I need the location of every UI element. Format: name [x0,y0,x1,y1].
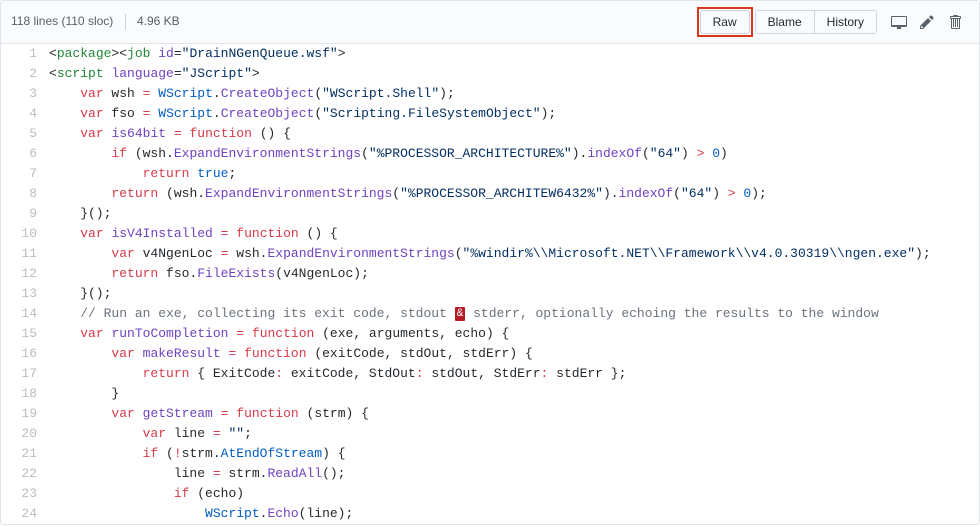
line-number[interactable]: 14 [1,304,49,324]
code-row: 16 var makeResult = function (exitCode, … [1,344,979,364]
code-row: 15 var runToCompletion = function (exe, … [1,324,979,344]
code-line[interactable]: }(); [49,284,979,304]
code-row: 2<script language="JScript"> [1,64,979,84]
code-line[interactable]: var getStream = function (strm) { [49,404,979,424]
code-row: 17 return { ExitCode: exitCode, StdOut: … [1,364,979,384]
code-line[interactable]: var runToCompletion = function (exe, arg… [49,324,979,344]
code-row: 1<package><job id="DrainNGenQueue.wsf"> [1,44,979,64]
code-line[interactable]: var isV4Installed = function () { [49,224,979,244]
code-row: 10 var isV4Installed = function () { [1,224,979,244]
code-row: 24 WScript.Echo(line); [1,504,979,524]
code-line[interactable]: WScript.Echo(line); [49,504,979,524]
line-number[interactable]: 9 [1,204,49,224]
code-line[interactable]: if (echo) [49,484,979,504]
code-row: 7 return true; [1,164,979,184]
file-info: 118 lines (110 sloc) 4.96 KB [11,14,180,30]
line-number[interactable]: 3 [1,84,49,104]
line-number[interactable]: 2 [1,64,49,84]
code-row: 9 }(); [1,204,979,224]
code-row: 3 var wsh = WScript.CreateObject("WScrip… [1,84,979,104]
code-row: 4 var fso = WScript.CreateObject("Script… [1,104,979,124]
raw-highlight: Raw [697,7,753,37]
code-row: 19 var getStream = function (strm) { [1,404,979,424]
line-number[interactable]: 4 [1,104,49,124]
line-number[interactable]: 11 [1,244,49,264]
line-number[interactable]: 23 [1,484,49,504]
separator [125,14,126,30]
raw-button[interactable]: Raw [701,11,749,33]
line-number[interactable]: 10 [1,224,49,244]
line-number[interactable]: 19 [1,404,49,424]
raw-button-group: Raw [700,10,750,34]
code-line[interactable]: var wsh = WScript.CreateObject("WScript.… [49,84,979,104]
line-number[interactable]: 13 [1,284,49,304]
file-container: 118 lines (110 sloc) 4.96 KB Raw Blame H… [0,0,980,525]
code-row: 21 if (!strm.AtEndOfStream) { [1,444,979,464]
line-number[interactable]: 20 [1,424,49,444]
code-line[interactable]: <script language="JScript"> [49,64,979,84]
code-row: 8 return (wsh.ExpandEnvironmentStrings("… [1,184,979,204]
lines-count: 118 lines (110 sloc) [11,14,113,28]
line-number[interactable]: 7 [1,164,49,184]
code-line[interactable]: }(); [49,204,979,224]
line-number[interactable]: 5 [1,124,49,144]
trash-icon[interactable] [941,10,969,34]
line-number[interactable]: 17 [1,364,49,384]
blame-history-group: Blame History [755,10,877,34]
code-line[interactable]: // Run an exe, collecting its exit code,… [49,304,979,324]
code-row: 14 // Run an exe, collecting its exit co… [1,304,979,324]
code-line[interactable]: if (wsh.ExpandEnvironmentStrings("%PROCE… [49,144,979,164]
code-area: 1<package><job id="DrainNGenQueue.wsf">2… [1,44,979,524]
line-number[interactable]: 6 [1,144,49,164]
code-row: 12 return fso.FileExists(v4NgenLoc); [1,264,979,284]
code-row: 5 var is64bit = function () { [1,124,979,144]
blame-button[interactable]: Blame [756,11,815,33]
code-line[interactable]: return (wsh.ExpandEnvironmentStrings("%P… [49,184,979,204]
code-line[interactable]: if (!strm.AtEndOfStream) { [49,444,979,464]
history-button[interactable]: History [815,11,876,33]
code-line[interactable]: var line = ""; [49,424,979,444]
code-line[interactable]: return fso.FileExists(v4NgenLoc); [49,264,979,284]
file-header: 118 lines (110 sloc) 4.96 KB Raw Blame H… [1,1,979,44]
code-line[interactable]: var makeResult = function (exitCode, std… [49,344,979,364]
file-size: 4.96 KB [137,14,180,28]
pencil-icon[interactable] [913,10,941,34]
code-line[interactable]: var fso = WScript.CreateObject("Scriptin… [49,104,979,124]
line-number[interactable]: 8 [1,184,49,204]
code-line[interactable]: } [49,384,979,404]
line-number[interactable]: 21 [1,444,49,464]
code-line[interactable]: line = strm.ReadAll(); [49,464,979,484]
desktop-icon[interactable] [885,10,913,34]
code-line[interactable]: var v4NgenLoc = wsh.ExpandEnvironmentStr… [49,244,979,264]
line-number[interactable]: 24 [1,504,49,524]
code-line[interactable]: return { ExitCode: exitCode, StdOut: std… [49,364,979,384]
code-row: 20 var line = ""; [1,424,979,444]
code-row: 6 if (wsh.ExpandEnvironmentStrings("%PRO… [1,144,979,164]
code-line[interactable]: return true; [49,164,979,184]
line-number[interactable]: 15 [1,324,49,344]
code-row: 22 line = strm.ReadAll(); [1,464,979,484]
line-number[interactable]: 1 [1,44,49,64]
line-number[interactable]: 18 [1,384,49,404]
code-row: 11 var v4NgenLoc = wsh.ExpandEnvironment… [1,244,979,264]
line-number[interactable]: 16 [1,344,49,364]
code-row: 23 if (echo) [1,484,979,504]
line-number[interactable]: 22 [1,464,49,484]
code-row: 18 } [1,384,979,404]
file-actions: Raw Blame History [697,7,969,37]
code-line[interactable]: <package><job id="DrainNGenQueue.wsf"> [49,44,979,64]
code-line[interactable]: var is64bit = function () { [49,124,979,144]
code-row: 13 }(); [1,284,979,304]
line-number[interactable]: 12 [1,264,49,284]
